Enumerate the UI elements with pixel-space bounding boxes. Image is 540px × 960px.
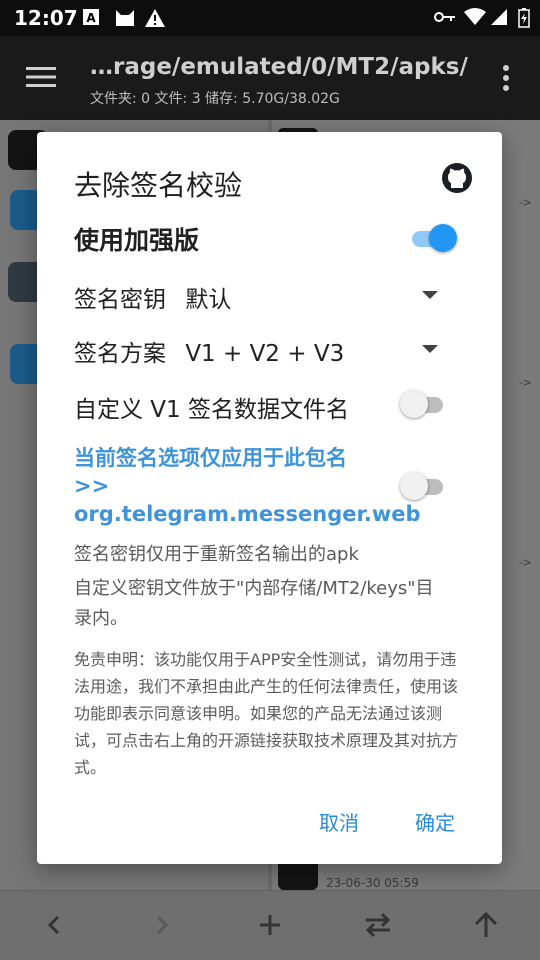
bottom-action-bar <box>0 890 540 960</box>
toggle-thumb <box>400 472 428 500</box>
confirm-button[interactable]: 确定 <box>415 807 455 836</box>
custom-v1-label: 自定义 V1 签名数据文件名 <box>74 397 349 423</box>
forward-arrow-icon[interactable] <box>144 907 180 943</box>
remove-signature-check-dialog: 去除签名校验 使用加强版 签名密钥 默认 签名方案 V1 + V2 + V3 自… <box>37 132 502 864</box>
github-icon[interactable] <box>441 162 473 194</box>
package-name: org.telegram.messenger.web <box>74 502 421 526</box>
svg-text:A: A <box>86 11 96 25</box>
link-arrow: -> <box>518 376 532 389</box>
enhanced-toggle[interactable] <box>409 222 457 254</box>
wifi-icon <box>464 8 486 25</box>
up-arrow-icon[interactable] <box>468 907 504 943</box>
custom-v1-toggle[interactable] <box>400 388 446 420</box>
package-scope-line: 当前签名选项仅应用于此包名 <box>74 446 347 470</box>
folder-stats: 文件夹: 0 文件: 3 储存: 5.70G/38.02G <box>90 91 340 107</box>
key-location-info-cont: 录内。 <box>74 608 128 629</box>
file-date: 23-06-30 05:59 <box>326 876 419 890</box>
menu-icon[interactable] <box>26 66 56 88</box>
cancel-button[interactable]: 取消 <box>319 807 359 836</box>
dropdown-arrow-icon[interactable] <box>422 291 438 299</box>
app-toolbar: …rage/emulated/0/MT2/apks/ 文件夹: 0 文件: 3 … <box>0 36 540 120</box>
package-scope-arrow: >> <box>74 474 110 498</box>
key-location-info: 自定义密钥文件放于"内部存储/MT2/keys"目 <box>74 578 434 599</box>
enhanced-label: 使用加强版 <box>74 226 200 255</box>
signature-key-label: 签名密钥 <box>74 287 166 313</box>
package-scope-toggle[interactable] <box>400 470 446 502</box>
signature-key-value: 默认 <box>185 287 232 313</box>
signature-key-select[interactable]: 签名密钥 默认 <box>74 280 231 314</box>
dialog-title: 去除签名校验 <box>74 169 243 202</box>
key-usage-info: 签名密钥仅用于重新签名输出的apk <box>74 544 359 565</box>
disclaimer-text: 免责申明：该功能仅用于APP安全性测试，请勿用于违法用途，我们不承担由此产生的任… <box>74 650 459 777</box>
add-icon[interactable] <box>252 907 288 943</box>
package-scope-label: 当前签名选项仅应用于此包名 >> org.telegram.messenger.… <box>74 444 421 528</box>
signal-icon <box>491 9 507 25</box>
font-app-icon: A <box>83 9 99 25</box>
more-options-icon[interactable] <box>502 64 510 92</box>
link-arrow: -> <box>518 556 532 569</box>
current-path[interactable]: …rage/emulated/0/MT2/apks/ <box>90 54 468 80</box>
swap-panes-icon[interactable] <box>360 907 396 943</box>
warning-icon <box>145 9 165 27</box>
status-time: 12:07 <box>14 6 78 30</box>
battery-charging-icon <box>518 8 530 28</box>
status-bar: 12:07 A <box>0 0 540 36</box>
cat-app-icon <box>116 10 134 26</box>
signature-scheme-label: 签名方案 <box>74 341 166 367</box>
dropdown-arrow-icon[interactable] <box>422 345 438 353</box>
back-arrow-icon[interactable] <box>36 907 72 943</box>
signature-scheme-value: V1 + V2 + V3 <box>185 341 345 367</box>
link-arrow: -> <box>518 196 532 209</box>
toggle-thumb <box>429 224 457 252</box>
key-icon <box>434 12 455 22</box>
toggle-thumb <box>400 390 428 418</box>
signature-scheme-select[interactable]: 签名方案 V1 + V2 + V3 <box>74 334 344 368</box>
